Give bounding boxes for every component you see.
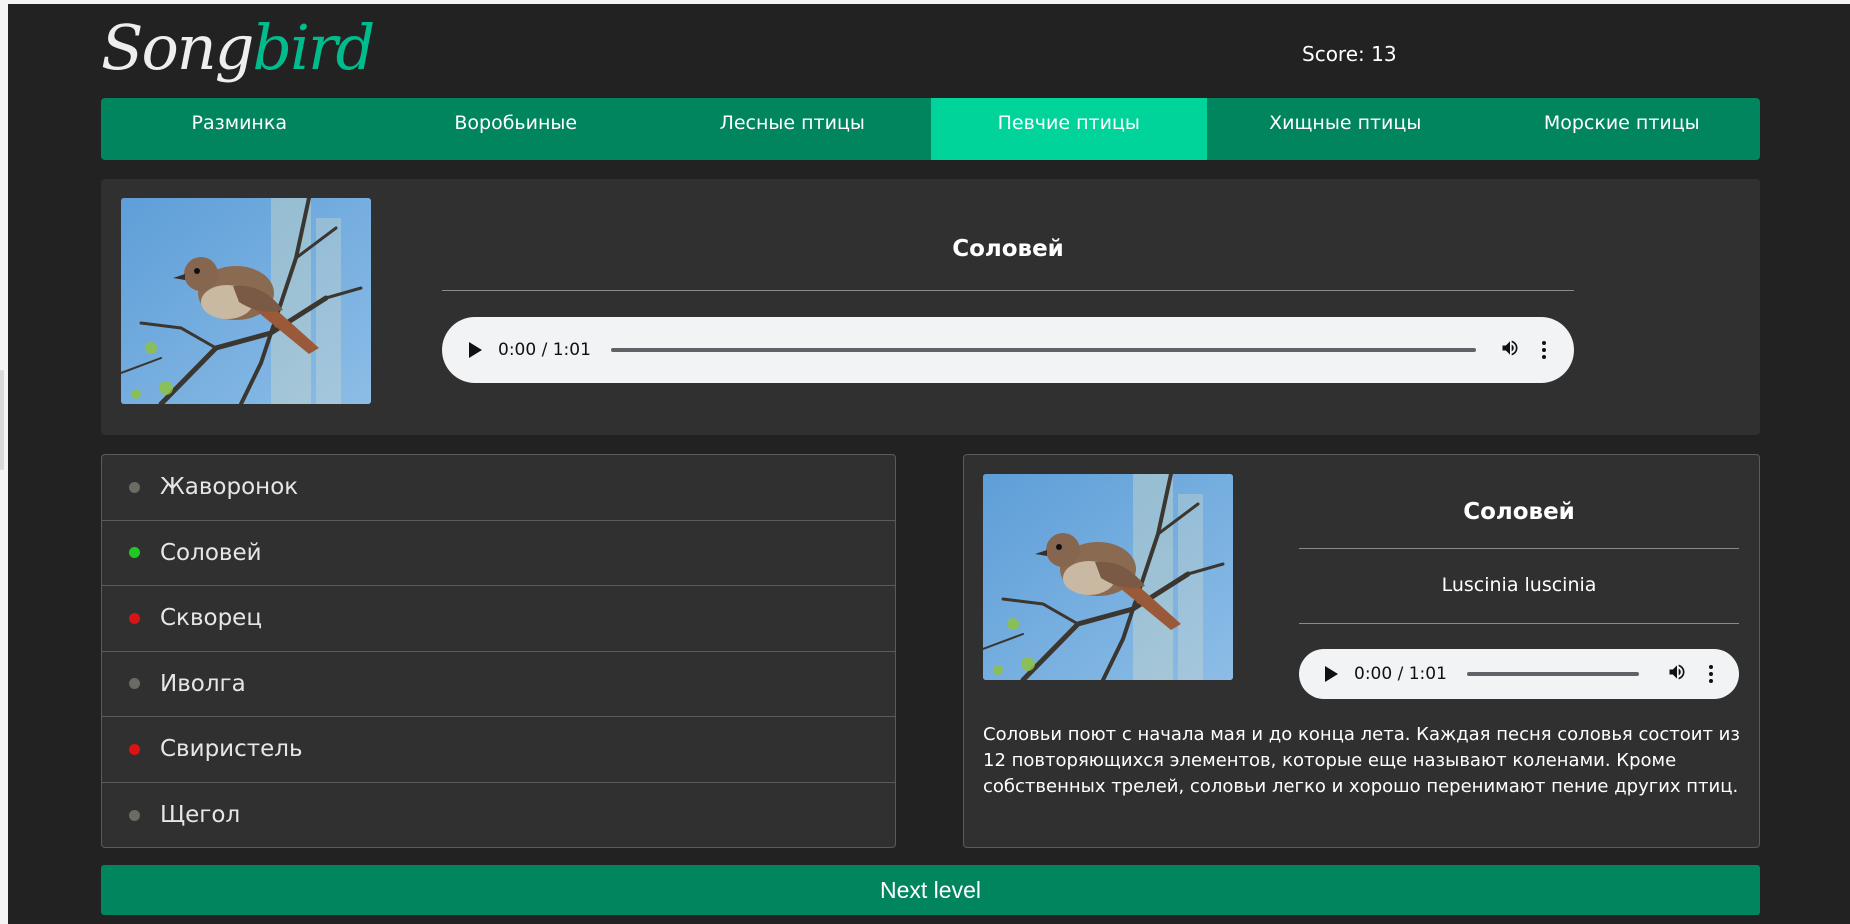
status-dot-wrong xyxy=(129,612,140,624)
details-latin-name: Luscinia luscinia xyxy=(1441,574,1597,596)
answer-label: Иволга xyxy=(160,670,246,697)
answer-label: Жаворонок xyxy=(160,474,299,501)
nav-item-warmup[interactable]: Разминка xyxy=(101,98,378,160)
status-dot-neutral xyxy=(129,678,140,690)
logo-text-song: Song xyxy=(101,11,254,84)
answer-label: Свиристель xyxy=(160,736,303,763)
nav-item-label: Воробьиные xyxy=(454,112,578,134)
window-resize-notch xyxy=(0,370,4,470)
question-title: Соловей xyxy=(952,236,1064,262)
answer-option[interactable]: Жаворонок xyxy=(102,455,895,521)
details-title: Соловей xyxy=(1463,499,1575,525)
audio-progress-track[interactable] xyxy=(610,348,1476,352)
answer-option[interactable]: Соловей xyxy=(102,521,895,586)
more-options-icon[interactable] xyxy=(1542,341,1546,359)
volume-icon[interactable] xyxy=(1500,338,1520,362)
status-dot-neutral xyxy=(129,809,140,821)
nav-item-songbirds[interactable]: Певчие птицы xyxy=(930,98,1207,160)
status-dot-correct xyxy=(129,547,140,559)
nav-item-label: Морские птицы xyxy=(1543,112,1700,134)
main-container: Songbird Score: 13 Разминка Воробьиные Л… xyxy=(101,4,1760,924)
play-icon[interactable] xyxy=(469,342,482,358)
question-panel: Соловей 0:00 / 1:01 xyxy=(101,179,1760,435)
details-audio-player: 0:00 / 1:01 xyxy=(1299,649,1739,699)
question-divider xyxy=(442,290,1574,291)
audio-progress-track[interactable] xyxy=(1466,672,1639,676)
answer-label: Соловей xyxy=(160,539,262,566)
next-level-button[interactable]: Next level xyxy=(101,865,1760,915)
answer-label: Скворец xyxy=(160,605,262,632)
nav-item-label: Певчие птицы xyxy=(997,112,1140,134)
details-divider xyxy=(1299,623,1739,624)
bird-details-panel: Соловей Luscinia luscinia 0:00 / 1:01 Со… xyxy=(963,454,1760,848)
category-nav: Разминка Воробьиные Лесные птицы Певчие … xyxy=(101,98,1760,160)
nav-item-label: Лесные птицы xyxy=(719,112,865,134)
logo-text-bird: bird xyxy=(252,11,375,84)
nav-item-passerines[interactable]: Воробьиные xyxy=(378,98,655,160)
answer-label: Щегол xyxy=(160,802,241,829)
play-icon[interactable] xyxy=(1325,666,1338,682)
answer-option[interactable]: Скворец xyxy=(102,586,895,652)
nav-item-sea-birds[interactable]: Морские птицы xyxy=(1484,98,1761,160)
status-dot-neutral xyxy=(129,481,140,493)
more-options-icon[interactable] xyxy=(1709,665,1713,683)
audio-time: 0:00 / 1:01 xyxy=(498,340,591,360)
answer-option[interactable]: Иволга xyxy=(102,652,895,717)
status-dot-wrong xyxy=(129,743,140,755)
answer-option[interactable]: Щегол xyxy=(102,783,895,848)
nav-item-forest-birds[interactable]: Лесные птицы xyxy=(654,98,931,160)
nav-item-label: Хищные птицы xyxy=(1269,112,1422,134)
question-bird-image xyxy=(121,198,371,404)
nav-item-predators[interactable]: Хищные птицы xyxy=(1207,98,1484,160)
details-divider xyxy=(1299,548,1739,549)
score-display: Score: 13 xyxy=(1302,42,1397,66)
songbird-logo: Songbird xyxy=(101,10,375,86)
app: Songbird Score: 13 Разминка Воробьиные Л… xyxy=(8,4,1850,924)
answers-list: Жаворонок Соловей Скворец Иволга Свирист… xyxy=(101,454,896,848)
window-left-edge xyxy=(0,0,8,924)
details-bird-image xyxy=(983,474,1233,680)
audio-time: 0:00 / 1:01 xyxy=(1354,664,1447,684)
details-description: Соловьи поют с начала мая и до конца лет… xyxy=(983,724,1740,797)
nav-item-label: Разминка xyxy=(191,112,287,134)
volume-icon[interactable] xyxy=(1667,662,1687,686)
answer-option[interactable]: Свиристель xyxy=(102,717,895,783)
question-audio-player: 0:00 / 1:01 xyxy=(442,317,1574,383)
